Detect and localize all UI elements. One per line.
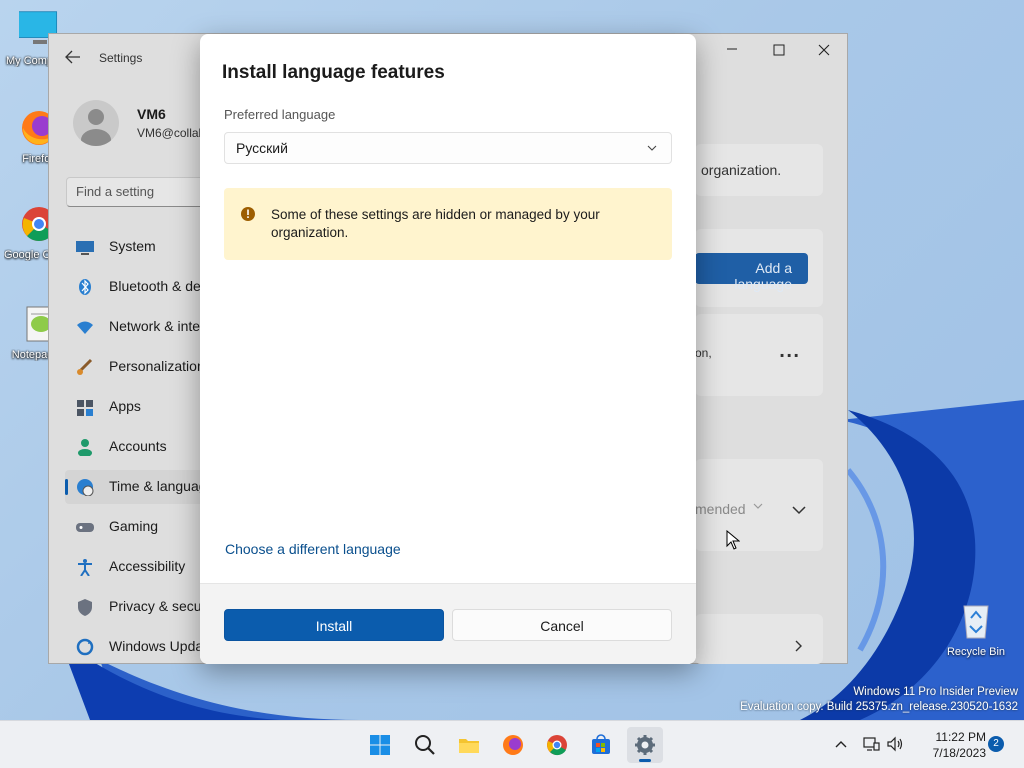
sidebar-item-label: Time & language <box>109 478 201 494</box>
taskbar-clock[interactable]: 11:22 PM 7/18/2023 <box>910 729 986 761</box>
wifi-icon <box>77 321 93 334</box>
sidebar-item-bluetooth-devices[interactable]: Bluetooth & devices <box>65 270 201 304</box>
taskbar-chrome[interactable] <box>539 727 575 763</box>
volume-icon[interactable] <box>886 735 904 753</box>
dropdown-caret-icon <box>753 503 763 509</box>
minimize-icon[interactable] <box>709 38 755 68</box>
start-button[interactable] <box>362 727 398 763</box>
sidebar-item-privacy-security[interactable]: Privacy & security <box>65 590 201 624</box>
preferred-language-select[interactable]: Русский <box>224 132 672 164</box>
sidebar-item-accounts[interactable]: Accounts <box>65 430 201 464</box>
sidebar-item-label: Network & internet <box>109 318 201 334</box>
recycle-bin-icon <box>963 605 989 639</box>
taskbar-settings[interactable] <box>627 727 663 763</box>
sidebar-item-label: System <box>109 238 156 254</box>
org-managed-card: organization. <box>695 144 823 196</box>
bluetooth-icon <box>79 279 91 295</box>
sidebar-item-system[interactable]: System <box>65 230 201 264</box>
sidebar-item-gaming[interactable]: Gaming <box>65 510 201 544</box>
recommended-dropdown[interactable]: mended <box>695 495 777 525</box>
sidebar-item-label: Privacy & security <box>109 598 201 614</box>
store-icon <box>592 734 610 754</box>
update-icon <box>76 638 94 656</box>
close-icon[interactable] <box>801 38 847 68</box>
sidebar-item-time-language[interactable]: Time & language <box>65 470 201 504</box>
apps-icon <box>77 400 93 416</box>
sidebar-item-label: Windows Update <box>109 638 201 654</box>
start-icon <box>370 735 390 755</box>
brush-icon <box>77 358 93 375</box>
chevron-right-icon[interactable] <box>793 639 803 653</box>
sidebar-item-label: Bluetooth & devices <box>109 278 201 294</box>
sidebar-item-label: Personalization <box>109 358 201 374</box>
settings-nav: System Bluetooth & devices Network & inter… <box>49 34 201 665</box>
install-language-dialog: Install language features Preferred lang… <box>200 34 696 664</box>
install-button[interactable]: Install <box>224 609 444 641</box>
sidebar-item-network-internet[interactable]: Network & internet <box>65 310 201 344</box>
sidebar-item-label: Apps <box>109 398 141 414</box>
bottom-card <box>695 614 823 664</box>
sidebar-item-accessibility[interactable]: Accessibility <box>65 550 201 584</box>
gamepad-icon <box>76 523 94 532</box>
language-item-card: on, <box>695 314 823 396</box>
sidebar-item-label: Accessibility <box>109 558 186 574</box>
preferred-language-label: Preferred language <box>224 107 336 122</box>
language-item-text: on, <box>695 346 712 360</box>
preferred-language-value: Русский <box>236 140 288 156</box>
sidebar-item-label: Accounts <box>109 438 167 454</box>
settings-gear-icon <box>635 735 655 755</box>
taskbar-firefox[interactable] <box>495 727 531 763</box>
clock-date: 7/18/2023 <box>932 746 986 760</box>
chrome-icon <box>547 735 567 756</box>
chevron-down-icon <box>647 145 657 151</box>
more-options-icon[interactable]: ··· <box>779 346 800 365</box>
taskbar-store[interactable] <box>583 727 619 763</box>
monitor-icon <box>76 241 94 255</box>
expand-chevron-icon[interactable] <box>785 495 813 525</box>
managed-warning-banner: Some of these settings are hidden or man… <box>224 188 672 260</box>
show-hidden-icons-chevron-icon[interactable] <box>832 735 850 753</box>
person-icon <box>78 439 92 456</box>
desktop-icon-recycle-bin[interactable]: Recycle Bin <box>940 598 1012 658</box>
clock-time: 11:22 PM <box>935 730 986 744</box>
shield-icon <box>78 599 92 616</box>
mouse-cursor-icon <box>726 530 740 550</box>
accessibility-icon <box>78 559 92 576</box>
running-indicator <box>639 759 651 762</box>
dialog-title: Install language features <box>222 62 445 83</box>
cancel-button[interactable]: Cancel <box>452 609 672 641</box>
dialog-footer: Install Cancel <box>200 583 696 664</box>
taskbar-search-button[interactable] <box>407 727 443 763</box>
maximize-icon[interactable] <box>755 38 801 68</box>
file-explorer-icon <box>459 739 479 753</box>
firefox-icon <box>503 735 523 755</box>
add-language-button[interactable]: Add a language <box>695 253 808 292</box>
taskbar: 11:22 PM 7/18/2023 2 <box>0 720 1024 768</box>
notification-badge[interactable]: 2 <box>988 736 1004 752</box>
sidebar-item-personalization[interactable]: Personalization <box>65 350 201 384</box>
sidebar-item-apps[interactable]: Apps <box>65 390 201 424</box>
sidebar-item-label: Gaming <box>109 518 159 534</box>
choose-different-language-link[interactable]: Choose a different language <box>225 541 401 557</box>
sidebar-item-windows-update[interactable]: Windows Update <box>65 630 201 664</box>
search-icon <box>415 735 435 755</box>
globe-clock-icon <box>77 479 94 496</box>
evaluation-watermark: Windows 11 Pro Insider Preview Evaluatio… <box>740 686 1018 713</box>
recycle-bin-label: Recycle Bin <box>946 646 1006 658</box>
org-managed-text: organization. <box>701 162 782 178</box>
taskbar-file-explorer[interactable] <box>451 727 487 763</box>
network-icon[interactable] <box>862 735 880 753</box>
warning-icon <box>241 207 255 221</box>
warning-text: Some of these settings are hidden or man… <box>271 207 600 240</box>
active-indicator <box>65 479 68 495</box>
